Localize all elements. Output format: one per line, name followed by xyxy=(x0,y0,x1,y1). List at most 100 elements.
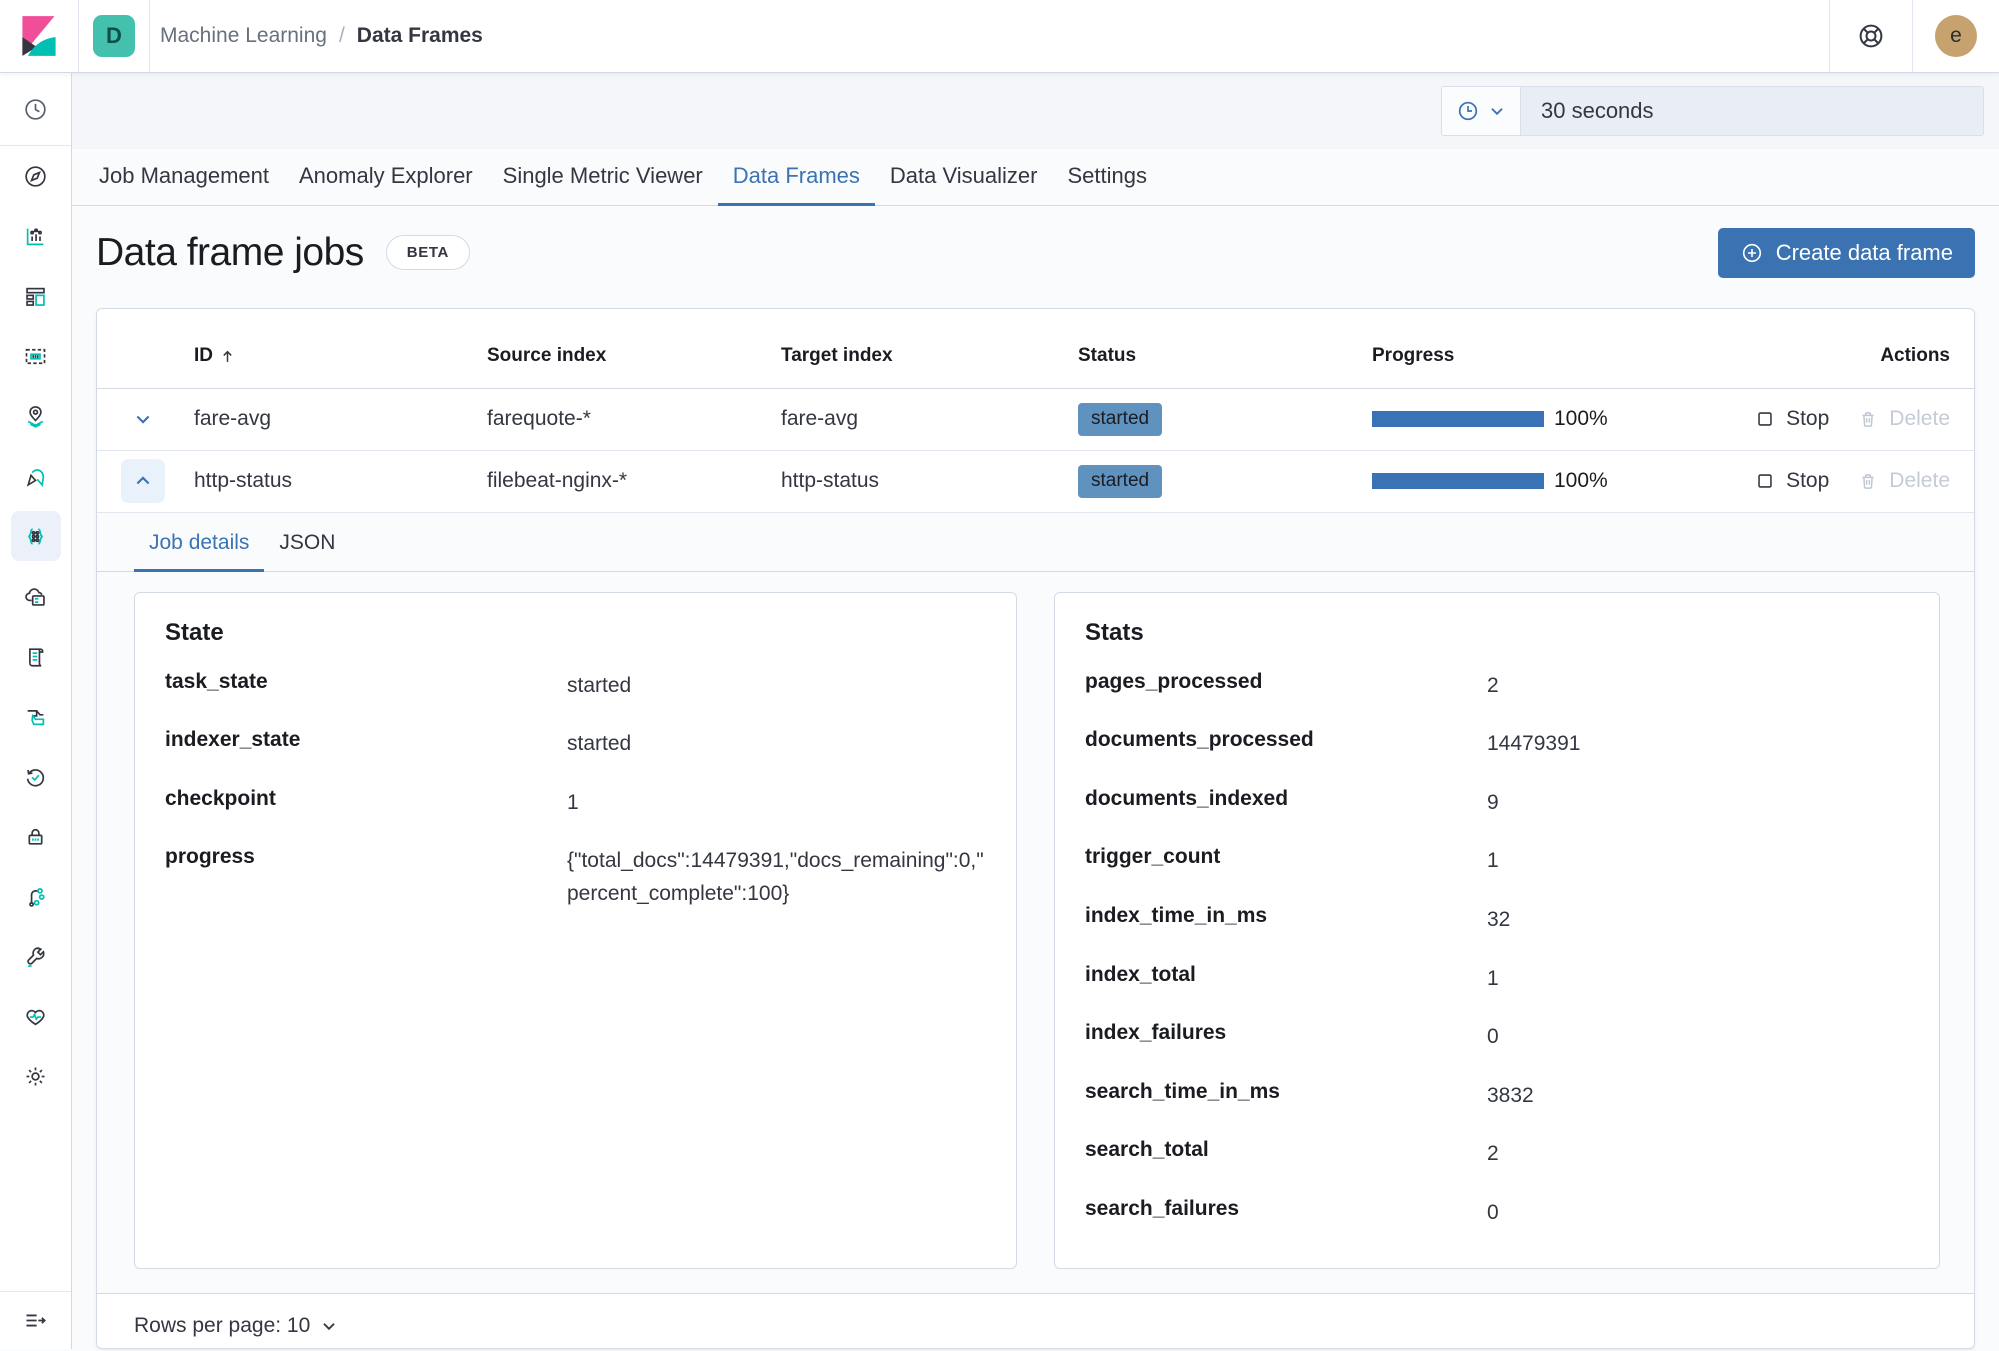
detail-row: index_time_in_ms 32 xyxy=(1085,891,1909,950)
lock-icon xyxy=(22,823,49,850)
lifebuoy-icon xyxy=(1856,21,1886,51)
source-index: filebeat-nginx-* xyxy=(487,469,781,493)
detail-value: 0 xyxy=(1487,1197,1909,1230)
rows-per-page-label: Rows per page: 10 xyxy=(134,1314,310,1338)
tab-data-frames[interactable]: Data Frames xyxy=(718,149,875,206)
detail-row: search_total 2 xyxy=(1085,1125,1909,1184)
table-row: http-status filebeat-nginx-* http-status… xyxy=(97,451,1974,513)
compass-icon xyxy=(22,163,49,190)
sidebar-item-uptime[interactable] xyxy=(0,746,72,806)
column-header-id-label: ID xyxy=(194,345,213,367)
tab-anomaly-explorer[interactable]: Anomaly Explorer xyxy=(284,149,488,206)
help-menu-button[interactable] xyxy=(1830,0,1912,72)
sidebar-item-security[interactable] xyxy=(0,806,72,866)
detail-name: trigger_count xyxy=(1085,845,1487,878)
data-frame-jobs-panel: ID Source index Target index Status Prog… xyxy=(96,308,1975,1349)
stop-icon xyxy=(1754,470,1776,492)
clock-icon xyxy=(22,96,49,123)
detail-row: progress {"total_docs":14479391,"docs_re… xyxy=(165,832,986,923)
user-menu-button[interactable]: e xyxy=(1913,0,1999,72)
sidebar-item-maps[interactable] xyxy=(0,386,72,446)
detail-name: index_time_in_ms xyxy=(1085,904,1487,937)
progress-bar xyxy=(1372,473,1544,489)
sidebar-item-dev-tools[interactable] xyxy=(0,926,72,986)
tab-job-management[interactable]: Job Management xyxy=(84,149,284,206)
delete-label: Delete xyxy=(1889,469,1950,493)
ml-navigation-tabs: Job Management Anomaly Explorer Single M… xyxy=(72,149,1999,206)
tab-data-visualizer[interactable]: Data Visualizer xyxy=(875,149,1053,206)
collapse-menu-icon xyxy=(22,1307,49,1334)
expand-row-button[interactable] xyxy=(121,397,165,441)
tab-settings[interactable]: Settings xyxy=(1052,149,1162,206)
stop-label: Stop xyxy=(1786,407,1829,431)
detail-name: documents_indexed xyxy=(1085,787,1487,820)
detail-row: task_state started xyxy=(165,657,986,716)
sidebar-item-visualize[interactable] xyxy=(0,206,72,266)
breadcrumb-separator: / xyxy=(339,24,345,48)
time-quick-select-button[interactable] xyxy=(1442,87,1521,135)
detail-row: search_time_in_ms 3832 xyxy=(1085,1067,1909,1126)
detail-name: task_state xyxy=(165,670,567,703)
delete-job-button[interactable]: Delete xyxy=(1857,469,1950,493)
detail-row: documents_indexed 9 xyxy=(1085,774,1909,833)
stop-job-button[interactable]: Stop xyxy=(1754,407,1829,431)
delete-job-button[interactable]: Delete xyxy=(1857,407,1950,431)
sidebar-collapse-button[interactable] xyxy=(0,1291,71,1351)
dashboard-icon xyxy=(22,283,49,310)
detail-row: documents_processed 14479391 xyxy=(1085,715,1909,774)
stats-card-title: Stats xyxy=(1085,619,1909,647)
space-selector[interactable]: D xyxy=(79,0,149,72)
time-range-value[interactable]: 30 seconds xyxy=(1521,87,1983,135)
map-pin-layers-icon xyxy=(22,403,49,430)
rows-per-page-button[interactable]: Rows per page: 10 xyxy=(134,1314,338,1338)
detail-name: search_time_in_ms xyxy=(1085,1080,1487,1113)
table-row: fare-avg farequote-* fare-avg started 10… xyxy=(97,389,1974,451)
sidebar-item-monitoring[interactable] xyxy=(0,986,72,1046)
clock-icon xyxy=(1456,99,1480,123)
kibana-logo[interactable] xyxy=(0,0,78,72)
breadcrumb-data-frames: Data Frames xyxy=(357,24,483,48)
sidebar-item-dashboard[interactable] xyxy=(0,266,72,326)
page-title: Data frame jobs xyxy=(96,231,364,275)
active-item-highlight xyxy=(11,511,61,561)
progress-bar xyxy=(1372,411,1544,427)
table-header-row: ID Source index Target index Status Prog… xyxy=(97,325,1974,389)
sidebar-item-recently-viewed[interactable] xyxy=(0,79,71,139)
collapse-row-button[interactable] xyxy=(121,459,165,503)
tab-single-metric-viewer[interactable]: Single Metric Viewer xyxy=(488,149,718,206)
app-navigation-sidebar xyxy=(0,73,72,1349)
sidebar-item-discover[interactable] xyxy=(0,146,72,206)
stop-icon xyxy=(1754,408,1776,430)
super-date-picker: 30 seconds xyxy=(1441,86,1984,136)
sidebar-item-logs[interactable] xyxy=(0,626,72,686)
chevron-up-icon xyxy=(133,471,153,491)
sidebar-item-machine-learning[interactable] xyxy=(0,506,72,566)
sidebar-item-canvas[interactable] xyxy=(0,326,72,386)
sidebar-item-graph[interactable] xyxy=(0,866,72,926)
kibana-app: D Machine Learning / Data Frames xyxy=(0,0,1999,1349)
progress-percent: 100% xyxy=(1554,407,1608,431)
sidebar-item-infrastructure[interactable] xyxy=(0,566,72,626)
refresh-check-icon xyxy=(22,763,49,790)
detail-value: started xyxy=(567,670,986,703)
breadcrumb-machine-learning[interactable]: Machine Learning xyxy=(160,24,327,48)
detail-value: {"total_docs":14479391,"docs_remaining":… xyxy=(567,845,986,910)
create-button-label: Create data frame xyxy=(1776,240,1953,266)
tab-json[interactable]: JSON xyxy=(264,531,350,572)
date-picker-strip: 30 seconds xyxy=(72,73,1999,149)
chevron-down-icon xyxy=(133,409,153,429)
machine-learning-icon xyxy=(22,523,49,550)
apm-icon xyxy=(22,463,49,490)
column-header-id[interactable]: ID xyxy=(194,345,487,367)
target-index: fare-avg xyxy=(781,407,1078,431)
cloud-server-icon xyxy=(22,583,49,610)
detail-value: 2 xyxy=(1487,670,1909,703)
tab-job-details[interactable]: Job details xyxy=(134,531,264,572)
stop-job-button[interactable]: Stop xyxy=(1754,469,1829,493)
sidebar-item-siem[interactable] xyxy=(0,686,72,746)
sidebar-item-management[interactable] xyxy=(0,1046,72,1106)
header-right: e xyxy=(1829,0,1999,72)
trash-icon xyxy=(1857,470,1879,492)
sidebar-item-apm[interactable] xyxy=(0,446,72,506)
create-data-frame-button[interactable]: Create data frame xyxy=(1718,228,1975,278)
